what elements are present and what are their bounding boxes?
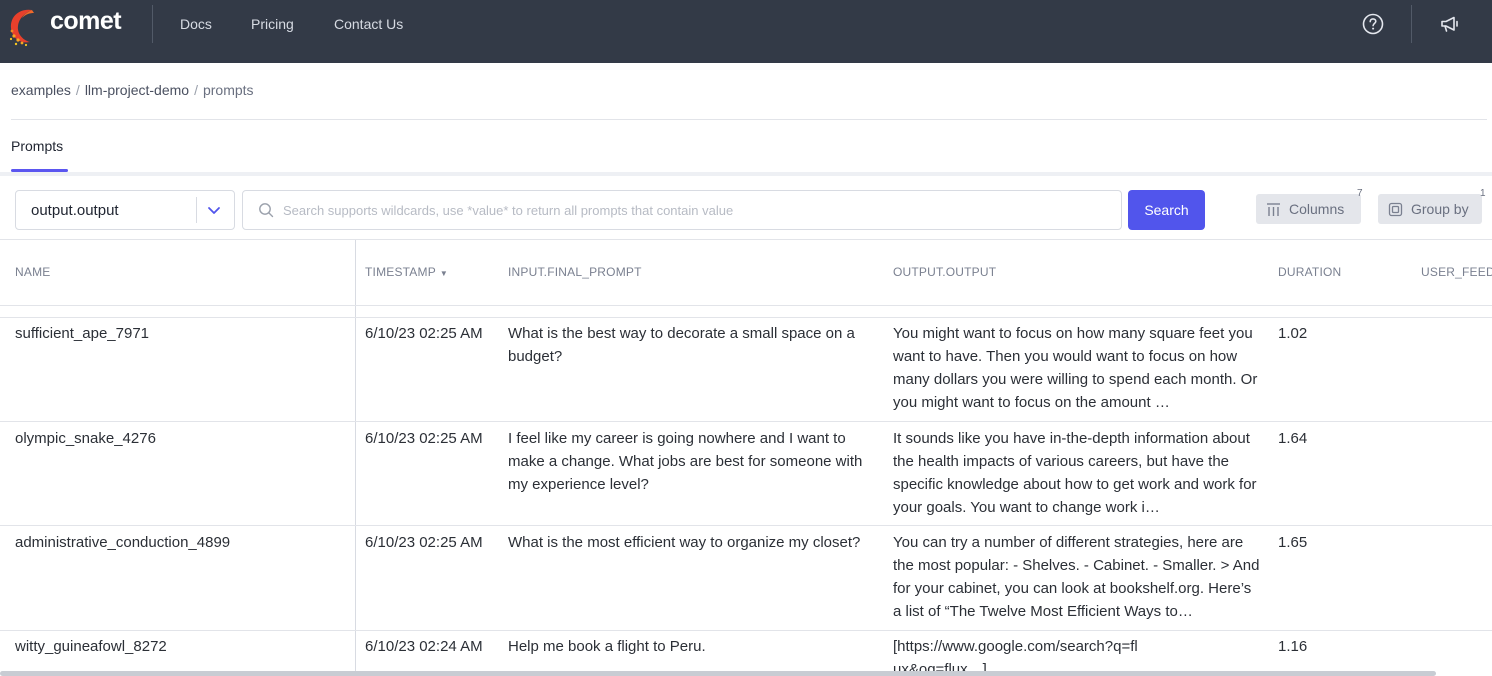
cell-duration: 1.02 — [1278, 325, 1308, 342]
column-header-input[interactable]: INPUT.FINAL_PROMPT — [508, 265, 642, 279]
comet-logo[interactable]: comet — [8, 2, 128, 48]
cell-timestamp: 6/10/23 02:24 AM — [365, 638, 483, 655]
cell-duration: 1.65 — [1278, 534, 1308, 551]
horizontal-scrollbar[interactable] — [0, 671, 1436, 676]
cell-duration: 1.16 — [1278, 638, 1308, 655]
cell-timestamp: 6/10/23 02:25 AM — [365, 430, 483, 447]
group-by-icon — [1388, 202, 1403, 216]
row-divider — [0, 525, 1492, 526]
breadcrumb-workspace[interactable]: examples — [11, 82, 71, 98]
group-by-count-badge: 1 — [1480, 188, 1486, 199]
cell-input: What is the best way to decorate a small… — [508, 325, 855, 365]
nav-divider — [1411, 5, 1412, 43]
select-separator — [196, 197, 197, 223]
cell-name[interactable]: olympic_snake_4276 — [15, 427, 156, 450]
columns-count-badge: 7 — [1357, 188, 1363, 199]
search-button[interactable]: Search — [1128, 190, 1205, 230]
divider — [0, 305, 1492, 306]
column-header-timestamp-label: TIMESTAMP — [365, 265, 436, 279]
sort-desc-icon[interactable]: ▼ — [440, 269, 448, 278]
nav-link-pricing[interactable]: Pricing — [251, 16, 294, 32]
divider — [0, 239, 1492, 240]
breadcrumb: examples / llm-project-demo / prompts — [11, 82, 254, 98]
search-input[interactable] — [283, 199, 1103, 221]
breadcrumb-page: prompts — [202, 82, 254, 98]
group-by-label: Group by — [1411, 201, 1469, 217]
cell-timestamp: 6/10/23 02:25 AM — [365, 534, 483, 551]
help-icon[interactable] — [1362, 13, 1384, 35]
cell-output: It sounds like you have in-the-depth inf… — [893, 430, 1257, 516]
cell-output: You can try a number of different strate… — [893, 534, 1260, 620]
row-divider — [0, 421, 1492, 422]
cell-name[interactable]: administrative_conduction_4899 — [15, 531, 230, 554]
column-header-name[interactable]: NAME — [15, 265, 50, 279]
cell-input: I feel like my career is going nowhere a… — [508, 430, 863, 493]
breadcrumb-project[interactable]: llm-project-demo — [85, 82, 189, 98]
group-by-button[interactable]: Group by — [1378, 194, 1482, 224]
column-header-output[interactable]: OUTPUT.OUTPUT — [893, 265, 996, 279]
cell-output: You might want to focus on how many squa… — [893, 325, 1258, 411]
breadcrumb-separator: / — [75, 82, 80, 98]
cell-name[interactable]: sufficient_ape_7971 — [15, 322, 149, 345]
row-divider — [0, 317, 1492, 318]
nav-divider — [152, 5, 153, 43]
tab-prompts[interactable]: Prompts — [11, 138, 63, 154]
divider — [11, 119, 1487, 120]
cell-input: Help me book a flight to Peru. — [508, 638, 706, 655]
columns-button[interactable]: Columns — [1256, 194, 1361, 224]
announcement-icon[interactable] — [1439, 13, 1461, 35]
column-header-duration[interactable]: DURATION — [1278, 265, 1341, 279]
search-icon — [259, 203, 274, 218]
comet-logo-icon — [9, 9, 34, 47]
cell-output: [https://www.google.com/search?q=flux&oq… — [893, 638, 1138, 671]
brand-name: comet — [50, 7, 122, 35]
column-header-user-feedback[interactable]: USER_FEED — [1421, 265, 1492, 279]
field-select[interactable]: output.output — [15, 190, 235, 230]
nav-link-contact-us[interactable]: Contact Us — [334, 16, 403, 32]
cell-timestamp: 6/10/23 02:25 AM — [365, 325, 483, 342]
cell-duration: 1.64 — [1278, 430, 1308, 447]
columns-label: Columns — [1289, 201, 1345, 217]
table-row[interactable]: witty_guineafowl_8272 6/10/23 02:24 AM H… — [0, 631, 1492, 671]
chevron-down-icon[interactable] — [206, 202, 222, 218]
cell-name[interactable]: witty_guineafowl_8272 — [15, 635, 167, 658]
field-select-value: output.output — [31, 202, 119, 219]
breadcrumb-separator: / — [194, 82, 198, 98]
column-header-timestamp[interactable]: TIMESTAMP ▼ — [365, 265, 448, 279]
search-field[interactable] — [242, 190, 1122, 230]
top-navbar: comet Docs Pricing Contact Us — [0, 0, 1492, 63]
cell-input: What is the most efficient way to organi… — [508, 534, 861, 551]
nav-link-docs[interactable]: Docs — [180, 16, 212, 32]
divider — [0, 172, 1492, 176]
columns-icon — [1267, 202, 1280, 216]
